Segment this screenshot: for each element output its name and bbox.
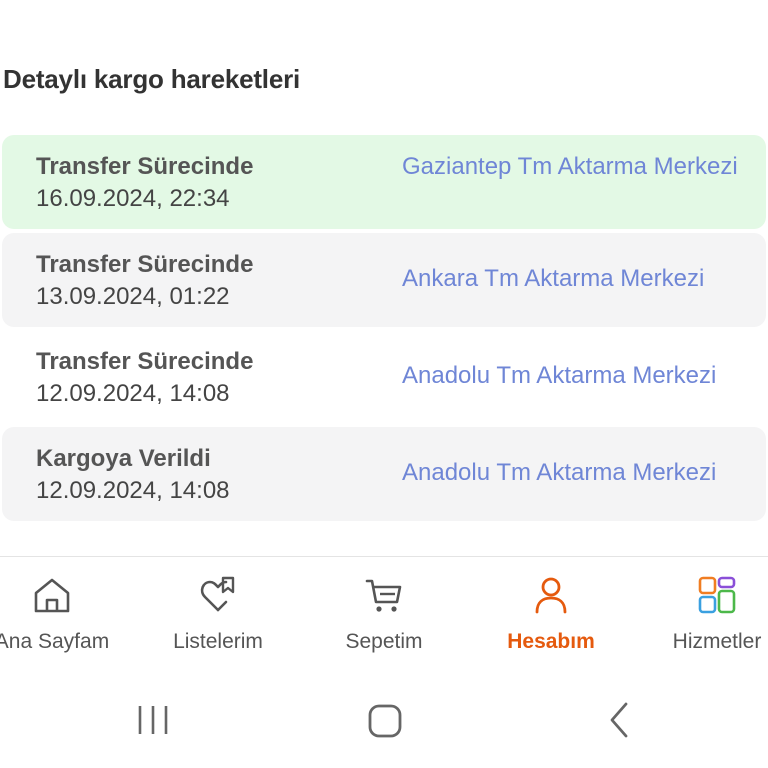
movement-card[interactable]: Transfer Sürecinde 12.09.2024, 14:08 Ana… [2, 330, 766, 424]
movement-date: 16.09.2024, 22:34 [36, 185, 230, 212]
movement-location[interactable]: Ankara Tm Aktarma Merkezi [402, 263, 742, 295]
nav-item-services[interactable]: Hizmetler [642, 572, 768, 654]
movement-date: 13.09.2024, 01:22 [36, 283, 230, 310]
nav-label: Sepetim [345, 630, 423, 653]
cart-icon [365, 579, 402, 612]
movement-status: Transfer Sürecinde [36, 251, 254, 278]
movement-date: 12.09.2024, 14:08 [36, 380, 230, 407]
movement-date: 12.09.2024, 14:08 [36, 477, 230, 504]
user-icon [535, 577, 567, 614]
home-button-icon[interactable] [364, 700, 406, 742]
nav-item-account[interactable]: Hesabım [476, 572, 626, 654]
nav-item-lists[interactable]: Listelerim [143, 572, 293, 654]
services-grid-icon [698, 576, 736, 614]
nav-item-home[interactable]: Ana Sayfam [0, 572, 127, 654]
movement-status: Transfer Sürecinde [36, 153, 254, 180]
movement-card[interactable]: Transfer Sürecinde 13.09.2024, 01:22 Ank… [2, 233, 766, 327]
nav-label: Hesabım [507, 630, 595, 653]
movement-status: Transfer Sürecinde [36, 348, 254, 375]
back-icon[interactable] [600, 700, 640, 740]
heart-list-icon [200, 576, 235, 612]
nav-label: Listelerim [173, 630, 263, 653]
movement-card[interactable]: Kargoya Verildi 12.09.2024, 14:08 Anadol… [2, 427, 766, 521]
nav-label: Ana Sayfam [0, 630, 110, 653]
movement-card[interactable]: Transfer Sürecinde 16.09.2024, 22:34 Gaz… [2, 135, 766, 229]
movement-status: Kargoya Verildi [36, 445, 211, 472]
nav-item-cart[interactable]: Sepetim [309, 572, 459, 654]
page-title: Detaylı kargo hareketleri [3, 64, 301, 94]
movement-location[interactable]: Anadolu Tm Aktarma Merkezi [402, 360, 742, 392]
nav-label: Hizmetler [672, 630, 762, 653]
movement-location[interactable]: Anadolu Tm Aktarma Merkezi [402, 457, 742, 489]
movement-location[interactable]: Gaziantep Tm Aktarma Merkezi [402, 151, 742, 183]
home-icon [34, 578, 70, 613]
recent-apps-icon[interactable] [134, 700, 174, 740]
nav-divider [0, 556, 768, 557]
